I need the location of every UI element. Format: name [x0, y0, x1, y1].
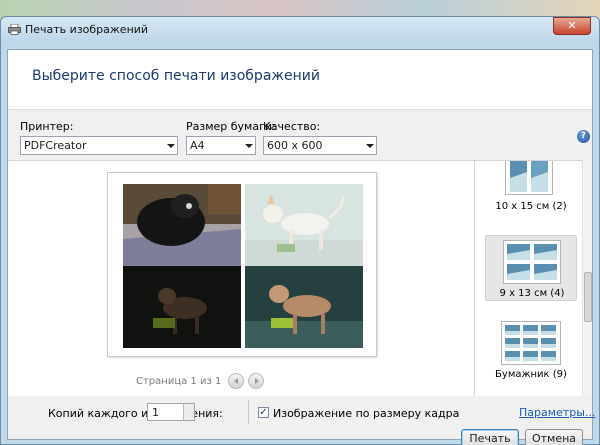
quality-value: 600 x 600: [267, 139, 323, 152]
photo-1: [123, 184, 241, 266]
fit-to-frame-checkbox[interactable]: ✓: [258, 407, 269, 418]
paper-size-value: A4: [190, 139, 205, 152]
dropdown-arrow-icon: [242, 137, 255, 154]
layout-label: Бумажник (9): [495, 369, 567, 380]
printer-select-value: PDFCreator: [24, 139, 87, 152]
layout-item-10x15[interactable]: 10 x 15 см (2): [485, 161, 577, 219]
print-button[interactable]: Печать: [461, 429, 519, 445]
quality-select[interactable]: 600 x 600: [263, 136, 377, 155]
photo-4: [245, 266, 363, 348]
layout-list: 10 x 15 см (2) 9 x 13 см (4) Бумажник (9…: [474, 160, 592, 396]
layout-scrollbar[interactable]: [582, 160, 592, 396]
help-icon[interactable]: ?: [577, 130, 590, 143]
print-preview-page: [107, 172, 377, 357]
title-bar[interactable]: Печать изображений ✕: [1, 17, 599, 43]
layout-thumbnail: [501, 321, 561, 365]
photo-2: [245, 184, 363, 266]
stepper-down-button[interactable]: [183, 412, 194, 420]
photo-3: [123, 266, 241, 348]
cancel-button[interactable]: Отмена: [525, 429, 583, 445]
quality-label: Качество:: [263, 120, 321, 133]
divider: [248, 400, 249, 424]
dialog-body: Выберите способ печати изображений Принт…: [7, 49, 595, 445]
printer-icon: [8, 24, 21, 35]
dropdown-arrow-icon: [363, 137, 376, 154]
window-title: Печать изображений: [25, 23, 149, 36]
layout-thumbnail: [505, 161, 553, 195]
layout-label: 10 x 15 см (2): [495, 201, 567, 212]
copies-label: Копий каждого изображения:: [48, 407, 223, 420]
stepper-up-button[interactable]: [183, 404, 194, 412]
dialog-header: Выберите способ печати изображений: [8, 50, 592, 110]
copies-value: 1: [152, 406, 159, 419]
next-page-button[interactable]: [248, 373, 264, 389]
layout-item-wallet[interactable]: Бумажник (9): [485, 317, 577, 383]
options-link[interactable]: Параметры...: [519, 406, 595, 419]
dropdown-arrow-icon: [164, 137, 177, 154]
paper-size-select[interactable]: A4: [186, 136, 256, 155]
printer-label: Принтер:: [20, 120, 74, 133]
preview-pane: Страница 1 из 1: [8, 160, 474, 396]
page-title: Выберите способ печати изображений: [32, 68, 320, 84]
fit-to-frame-label: Изображение по размеру кадра: [273, 407, 460, 420]
close-icon: ✕: [567, 19, 577, 32]
copies-stepper[interactable]: 1: [147, 403, 195, 421]
layout-thumbnail: [503, 240, 561, 284]
prev-page-button[interactable]: [228, 373, 244, 389]
scrollbar-thumb[interactable]: [584, 272, 592, 322]
page-indicator: Страница 1 из 1: [136, 376, 222, 387]
printer-select[interactable]: PDFCreator: [20, 136, 178, 155]
print-dialog: Печать изображений ✕ Выберите способ печ…: [0, 16, 600, 445]
layout-label: 9 x 13 см (4): [499, 288, 565, 299]
dialog-footer: Копий каждого изображения: 1 ✓ Изображен…: [8, 397, 595, 445]
close-button[interactable]: ✕: [553, 17, 591, 35]
layout-item-9x13[interactable]: 9 x 13 см (4): [485, 235, 577, 301]
